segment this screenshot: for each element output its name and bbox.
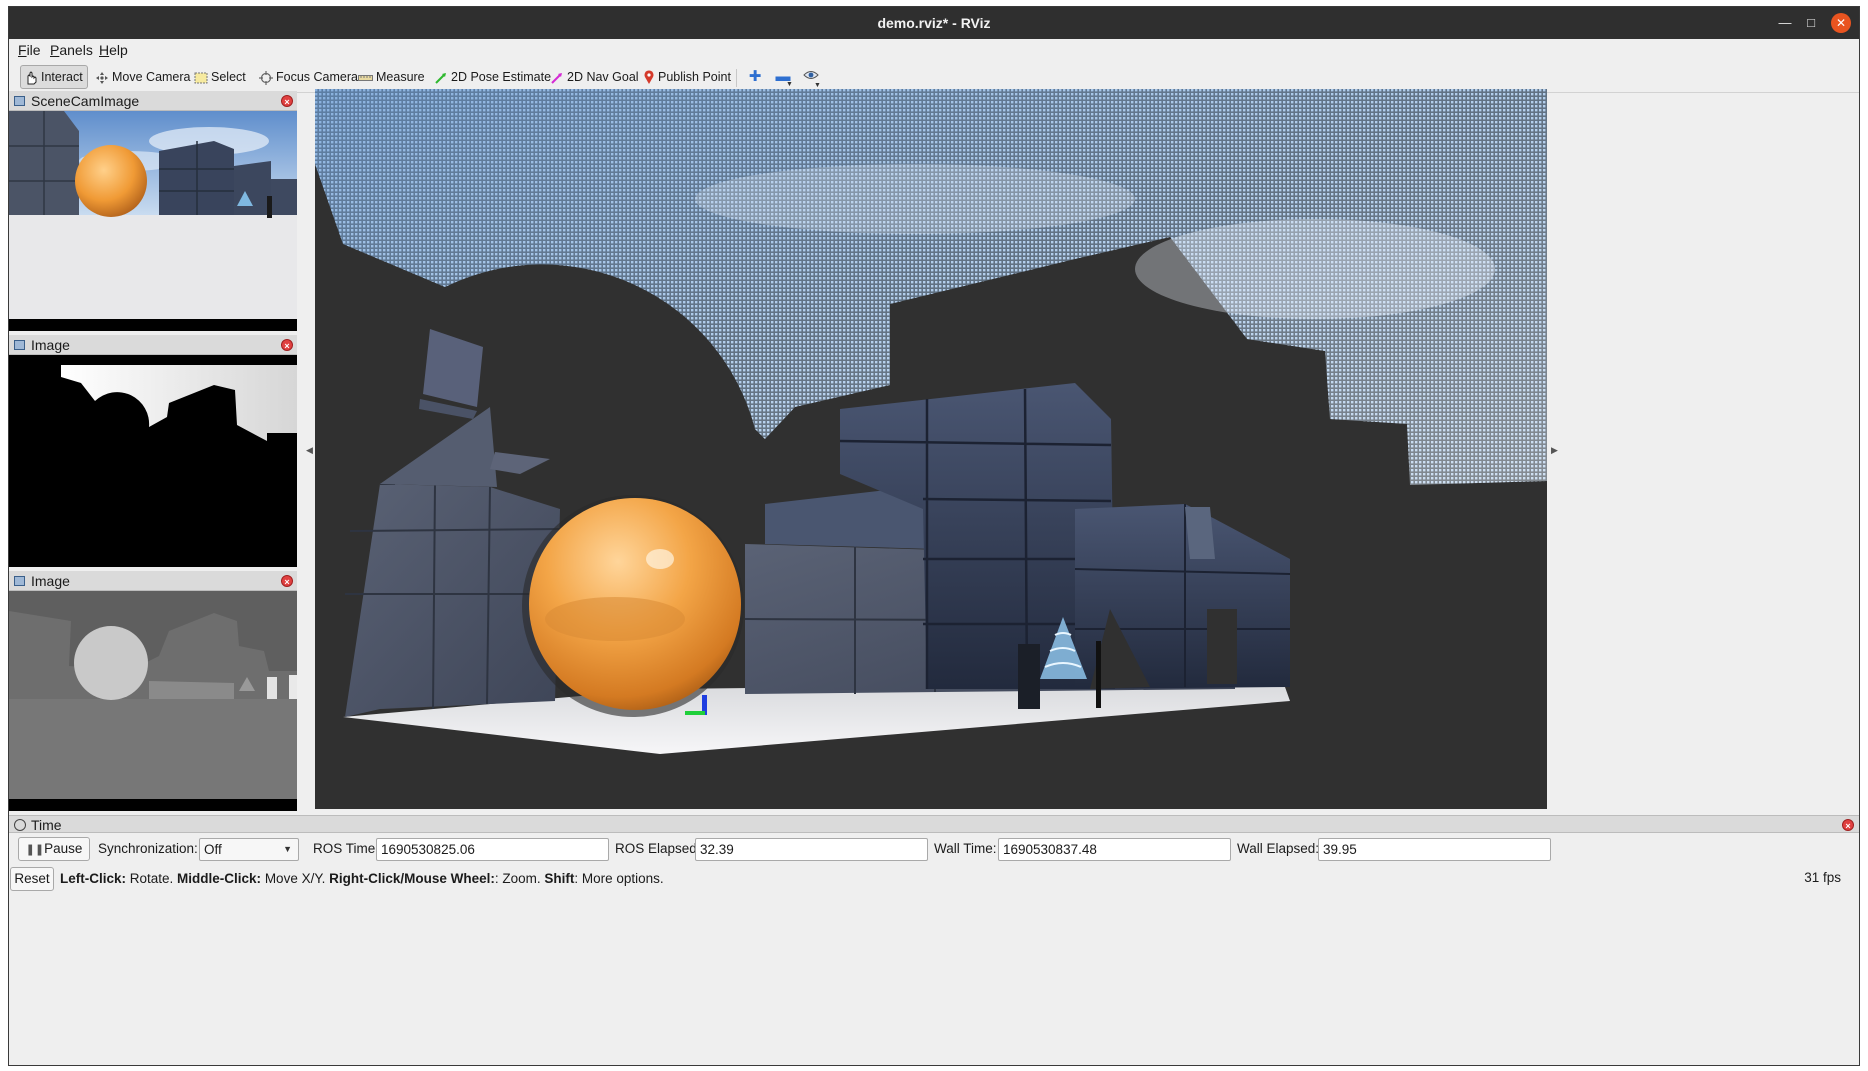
- ros-time-field[interactable]: 1690530825.06: [376, 838, 609, 861]
- hint-right-click-desc: : Zoom.: [494, 871, 545, 886]
- panel-title: Image: [31, 337, 70, 353]
- tool-2d-pose-estimate[interactable]: 2D Pose Estimate: [431, 65, 555, 89]
- wall-time-field[interactable]: 1690530837.48: [998, 838, 1231, 861]
- panel-header: SceneCamImage ×: [9, 91, 297, 111]
- panel-close-icon[interactable]: ×: [281, 339, 293, 351]
- splitter-left-arrow[interactable]: ◀: [306, 445, 313, 456]
- panel-image-mask: Image ×: [9, 335, 297, 567]
- wall-elapsed-field[interactable]: 39.95: [1318, 838, 1551, 861]
- title-bar: demo.rviz* - RViz — □ ✕: [9, 7, 1859, 39]
- sync-select-value: Off: [204, 842, 222, 857]
- tool-select-label: Select: [211, 70, 246, 84]
- tool-move-camera-label: Move Camera: [112, 70, 191, 84]
- tool-2d-nav-goal-label: 2D Nav Goal: [567, 70, 639, 84]
- tool-2d-nav-goal[interactable]: 2D Nav Goal: [547, 65, 643, 89]
- tool-publish-point-label: Publish Point: [658, 70, 731, 84]
- ros-elapsed-field[interactable]: 32.39: [695, 838, 928, 861]
- status-hint: Left-Click: Rotate. Middle-Click: Move X…: [60, 871, 664, 886]
- menu-file[interactable]: File: [18, 42, 41, 58]
- wall-time-label: Wall Time:: [934, 841, 997, 856]
- toolbar-separator: [736, 69, 737, 87]
- hint-right-click: Right-Click/Mouse Wheel:: [329, 871, 495, 886]
- window-title: demo.rviz* - RViz: [877, 15, 991, 31]
- tool-measure-label: Measure: [376, 70, 425, 84]
- minus-icon[interactable]: ▬ ▼: [774, 69, 793, 89]
- panel-title: Image: [31, 573, 70, 589]
- wall-elapsed-label: Wall Elapsed:: [1237, 841, 1320, 856]
- focus-camera-icon: [259, 70, 273, 85]
- maximize-icon[interactable]: □: [1801, 13, 1821, 33]
- map-pin-icon: [644, 70, 654, 85]
- plus-icon[interactable]: ✚: [746, 69, 764, 85]
- hand-icon: [27, 70, 37, 85]
- close-icon[interactable]: ✕: [1831, 13, 1851, 33]
- fps-counter: 31 fps: [1804, 870, 1841, 885]
- status-bar: Reset Left-Click: Rotate. Middle-Click: …: [9, 865, 1859, 891]
- chevron-down-icon: ▼: [283, 844, 292, 854]
- sync-label: Synchronization:: [98, 841, 198, 856]
- panel-image-icon: [14, 96, 25, 106]
- menu-panels[interactable]: Panels: [50, 42, 93, 58]
- eye-icon[interactable]: ▼: [802, 69, 821, 89]
- panel-header: Image ×: [9, 335, 297, 355]
- time-panel-title: Time: [31, 817, 62, 833]
- time-panel-header: Time ×: [9, 815, 1859, 833]
- menu-help[interactable]: Help: [99, 42, 128, 58]
- tool-focus-camera-label: Focus Camera: [276, 70, 358, 84]
- image-mask-view[interactable]: [9, 355, 297, 567]
- panel-title: SceneCamImage: [31, 93, 140, 109]
- tool-select[interactable]: Select: [191, 65, 250, 89]
- reset-button[interactable]: Reset: [10, 867, 54, 891]
- menu-bar: File Panels Help: [9, 39, 1859, 61]
- tool-focus-camera[interactable]: Focus Camera: [256, 65, 362, 89]
- hint-left-click: Left-Click:: [60, 871, 127, 886]
- hint-left-click-desc: Rotate.: [126, 871, 178, 886]
- image-depth-view[interactable]: [9, 591, 297, 811]
- select-icon: [194, 72, 208, 84]
- pause-button[interactable]: ❚❚Pause: [18, 837, 90, 861]
- panel-scene-cam-image: SceneCamImage ×: [9, 91, 297, 331]
- tool-interact[interactable]: Interact: [20, 65, 88, 89]
- hint-shift-desc: : More options.: [574, 871, 664, 886]
- clock-icon: [14, 819, 26, 831]
- panel-image-icon: [14, 340, 25, 350]
- splitter-right-arrow[interactable]: ▶: [1551, 445, 1558, 456]
- magenta-arrow-icon: [551, 72, 562, 84]
- panel-close-icon[interactable]: ×: [281, 575, 293, 587]
- time-panel-close-icon[interactable]: ×: [1842, 819, 1854, 831]
- tool-measure[interactable]: Measure: [355, 65, 429, 89]
- tool-interact-label: Interact: [41, 70, 83, 84]
- ros-time-label: ROS Time:: [313, 841, 380, 856]
- minimize-icon[interactable]: —: [1775, 13, 1795, 33]
- panel-header: Image ×: [9, 571, 297, 591]
- time-panel: Time × ❚❚Pause Synchronization: Off ▼ RO…: [9, 815, 1859, 863]
- ruler-icon: [358, 74, 373, 81]
- move-camera-icon: [96, 71, 108, 84]
- render-3d-view[interactable]: [315, 89, 1547, 809]
- green-arrow-icon: [435, 72, 446, 84]
- hint-shift: Shift: [544, 871, 575, 886]
- tool-2d-pose-estimate-label: 2D Pose Estimate: [451, 70, 552, 84]
- sync-select[interactable]: Off ▼: [199, 838, 299, 861]
- panel-image-icon: [14, 576, 25, 586]
- tool-publish-point[interactable]: Publish Point: [640, 65, 735, 89]
- hint-middle-click: Middle-Click:: [177, 871, 262, 886]
- pause-button-label: Pause: [44, 841, 83, 856]
- panel-close-icon[interactable]: ×: [281, 95, 293, 107]
- scene-cam-image-view[interactable]: [9, 111, 297, 331]
- tool-move-camera[interactable]: Move Camera: [92, 65, 195, 89]
- rviz-window: demo.rviz* - RViz — □ ✕ File Panels Help…: [8, 6, 1860, 1066]
- ros-elapsed-label: ROS Elapsed:: [615, 841, 701, 856]
- pause-icon: ❚❚: [25, 844, 45, 856]
- hint-middle-click-desc: Move X/Y.: [261, 871, 330, 886]
- panel-image-depth: Image ×: [9, 571, 297, 811]
